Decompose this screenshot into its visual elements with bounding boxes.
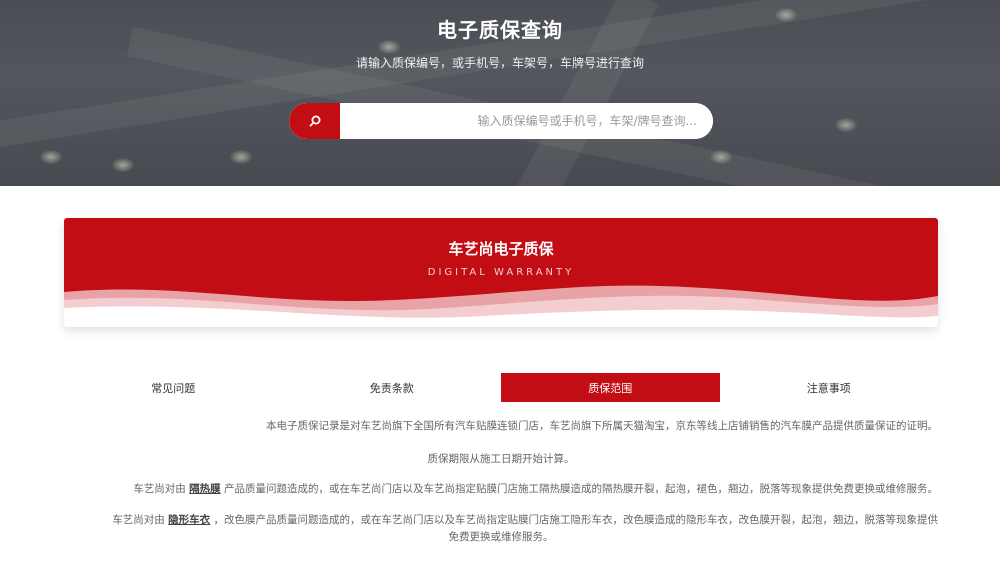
content-paragraph: 车艺尚对由 隔热膜 产品质量问题造成的，或在车艺尚门店以及车艺尚指定贴膜门店施工… <box>64 481 938 498</box>
tint-film-link[interactable]: 隔热膜 <box>189 483 221 495</box>
search-bar <box>289 103 713 139</box>
banner-title: 车艺尚电子质保 <box>448 240 554 258</box>
search-icon <box>309 115 320 127</box>
page-title: 电子质保查询 <box>437 18 563 42</box>
info-tabs: 常见问题 免责条款 质保范围 注意事项 <box>64 373 938 402</box>
content-paragraph: 车艺尚对由 隐形车衣 ，改色膜产品质量问题造成的，或在车艺尚门店以及车艺尚指定贴… <box>64 512 938 529</box>
content-paragraph: 免费更换或维修服务。 <box>448 531 554 543</box>
paragraph-text: 车艺尚对由 <box>112 514 165 526</box>
wave-decoration <box>64 285 938 327</box>
search-input[interactable] <box>340 103 713 139</box>
ppf-link[interactable]: 隐形车衣 <box>168 514 210 526</box>
content-paragraph: 本电子质保记录是对车艺尚旗下全国所有汽车贴膜连锁门店，车艺尚旗下所属天猫淘宝，京… <box>266 420 938 432</box>
search-button[interactable] <box>289 103 340 139</box>
warranty-banner: 车艺尚电子质保 DIGITAL WARRANTY <box>64 218 938 327</box>
tab-faq[interactable]: 常见问题 <box>64 373 283 402</box>
tab-warranty-scope[interactable]: 质保范围 <box>501 373 720 402</box>
tab-notices[interactable]: 注意事项 <box>720 373 939 402</box>
paragraph-text: 车艺尚对由 <box>133 483 186 495</box>
paragraph-text: ，改色膜产品质量问题造成的，或在车艺尚门店以及车艺尚指定贴膜门店施工隐形车衣，改… <box>213 514 939 526</box>
banner-subtitle: DIGITAL WARRANTY <box>427 267 575 278</box>
hero-banner: 电子质保查询 请输入质保编号，或手机号，车架号，车牌号进行查询 <box>0 0 1000 186</box>
page-subtitle: 请输入质保编号，或手机号，车架号，车牌号进行查询 <box>355 56 644 70</box>
paragraph-text: 产品质量问题造成的，或在车艺尚门店以及车艺尚指定贴膜门店施工隔热膜造成的隔热膜开… <box>224 483 938 495</box>
tab-disclaimer[interactable]: 免责条款 <box>283 373 502 402</box>
content-paragraph: 质保期限从施工日期开始计算。 <box>427 453 575 465</box>
